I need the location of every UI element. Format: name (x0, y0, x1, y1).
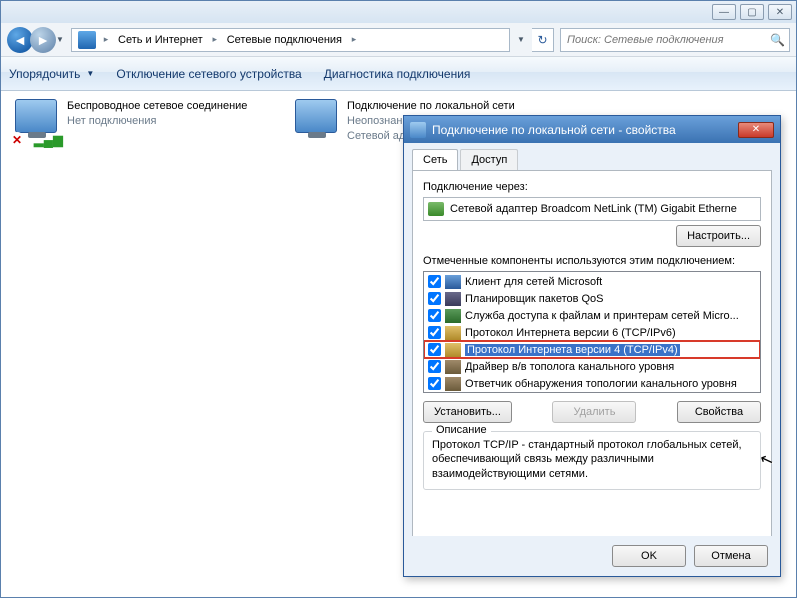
minimize-button[interactable]: — (712, 4, 736, 20)
organize-label: Упорядочить (9, 67, 80, 81)
component-icon (445, 309, 461, 323)
nav-arrows: ◄ ► ▼ (7, 27, 67, 53)
breadcrumb-separator: ▸ (100, 34, 112, 45)
component-label: Служба доступа к файлам и принтерам сете… (465, 310, 739, 322)
install-button[interactable]: Установить... (423, 401, 512, 423)
window-titlebar: — ▢ ✕ (1, 1, 796, 23)
search-input[interactable] (565, 33, 770, 47)
component-checkbox[interactable] (428, 326, 441, 339)
description-legend: Описание (432, 424, 491, 436)
search-icon: 🔍 (770, 33, 785, 47)
connection-item-wireless[interactable]: ✕ ▂▄▆ Беспроводное сетевое соединение Не… (13, 99, 273, 144)
nav-history-dropdown[interactable]: ▼ (53, 27, 67, 53)
disable-device-label: Отключение сетевого устройства (116, 67, 301, 81)
component-icon (445, 343, 461, 357)
error-overlay-icon: ✕ (9, 132, 25, 148)
component-row[interactable]: Служба доступа к файлам и принтерам сете… (424, 307, 760, 324)
component-row[interactable]: Протокол Интернета версии 6 (TCP/IPv6) (424, 324, 760, 341)
chevron-down-icon: ▼ (86, 69, 94, 78)
dialog-titlebar: Подключение по локальной сети - свойства… (404, 116, 780, 143)
ok-button[interactable]: OK (612, 545, 686, 567)
properties-dialog: Подключение по локальной сети - свойства… (403, 115, 781, 577)
component-checkbox[interactable] (428, 343, 441, 356)
connection-name: Подключение по локальной сети (347, 99, 553, 114)
component-checkbox[interactable] (428, 292, 441, 305)
tab-network[interactable]: Сеть (412, 149, 458, 170)
monitor-icon (15, 99, 57, 133)
component-icon (445, 292, 461, 306)
component-buttons: Установить... Удалить Свойства (423, 401, 761, 423)
components-list[interactable]: Клиент для сетей Microsoft Планировщик па… (423, 271, 761, 393)
component-checkbox[interactable] (428, 309, 441, 322)
configure-button[interactable]: Настроить... (676, 225, 761, 247)
connection-text: Беспроводное сетевое соединение Нет подк… (67, 99, 273, 144)
nav-bar: ◄ ► ▼ ▸ Сеть и Интернет ▸ Сетевые подклю… (1, 23, 796, 57)
breadcrumb-item-2[interactable]: Сетевые подключения (221, 29, 348, 51)
close-button[interactable]: ✕ (768, 4, 792, 20)
component-row[interactable]: Клиент для сетей Microsoft (424, 273, 760, 290)
component-label: Протокол Интернета версии 4 (TCP/IPv4) (465, 344, 680, 356)
breadcrumb[interactable]: ▸ Сеть и Интернет ▸ Сетевые подключения … (71, 28, 510, 52)
connect-via-label: Подключение через: (423, 181, 761, 193)
component-checkbox[interactable] (428, 275, 441, 288)
tab-access[interactable]: Доступ (460, 149, 518, 170)
refresh-button[interactable]: ↻ (532, 28, 554, 52)
description-group: Описание Протокол TCP/IP - стандартный п… (423, 431, 761, 490)
monitor-icon (295, 99, 337, 133)
disable-device-button[interactable]: Отключение сетевого устройства (116, 67, 301, 81)
component-row[interactable]: Ответчик обнаружения топологии канальног… (424, 375, 760, 392)
adapter-name: Сетевой адаптер Broadcom NetLink (TM) Gi… (450, 203, 737, 215)
component-checkbox[interactable] (428, 377, 441, 390)
dialog-close-button[interactable]: ✕ (738, 122, 774, 138)
component-icon (445, 326, 461, 340)
component-label: Планировщик пакетов QoS (465, 293, 604, 305)
component-label: Драйвер в/в тополога канального уровня (465, 361, 674, 373)
tab-body: Подключение через: Сетевой адаптер Broad… (412, 170, 772, 546)
breadcrumb-separator: ▸ (348, 34, 360, 45)
properties-button[interactable]: Свойства (677, 401, 761, 423)
description-text: Протокол TCP/IP - стандартный протокол г… (432, 438, 752, 481)
connection-name: Беспроводное сетевое соединение (67, 99, 273, 114)
component-label: Клиент для сетей Microsoft (465, 276, 602, 288)
connection-icon (293, 99, 339, 144)
adapter-field: Сетевой адаптер Broadcom NetLink (TM) Gi… (423, 197, 761, 221)
connection-icon: ✕ ▂▄▆ (13, 99, 59, 144)
dialog-footer: OK Отмена (404, 536, 780, 576)
component-label: Протокол Интернета версии 6 (TCP/IPv6) (465, 327, 676, 339)
component-label: Ответчик обнаружения топологии канальног… (465, 378, 737, 390)
maximize-button[interactable]: ▢ (740, 4, 764, 20)
components-label: Отмеченные компоненты используются этим … (423, 255, 761, 267)
search-box[interactable]: 🔍 (560, 28, 790, 52)
wifi-signal-icon: ▂▄▆ (34, 132, 63, 148)
command-bar: Упорядочить ▼ Отключение сетевого устрой… (1, 57, 796, 91)
connection-status: Нет подключения (67, 114, 273, 129)
dialog-icon (410, 122, 426, 138)
breadcrumb-item-1[interactable]: Сеть и Интернет (112, 29, 209, 51)
organize-menu[interactable]: Упорядочить ▼ (9, 67, 94, 81)
cancel-button[interactable]: Отмена (694, 545, 768, 567)
tab-strip: Сеть Доступ (404, 143, 780, 170)
diagnose-button[interactable]: Диагностика подключения (324, 67, 471, 81)
uninstall-button: Удалить (552, 401, 636, 423)
location-icon (78, 31, 96, 49)
breadcrumb-separator: ▸ (209, 34, 221, 45)
component-row[interactable]: Протокол Интернета версии 4 (TCP/IPv4) (424, 341, 760, 358)
component-icon (445, 377, 461, 391)
diagnose-label: Диагностика подключения (324, 67, 471, 81)
component-icon (445, 275, 461, 289)
breadcrumb-dropdown[interactable]: ▼ (514, 27, 528, 53)
component-checkbox[interactable] (428, 360, 441, 373)
adapter-icon (428, 202, 444, 216)
component-row[interactable]: Планировщик пакетов QoS (424, 290, 760, 307)
dialog-title-text: Подключение по локальной сети - свойства (432, 123, 676, 137)
component-icon (445, 360, 461, 374)
component-row[interactable]: Драйвер в/в тополога канального уровня (424, 358, 760, 375)
